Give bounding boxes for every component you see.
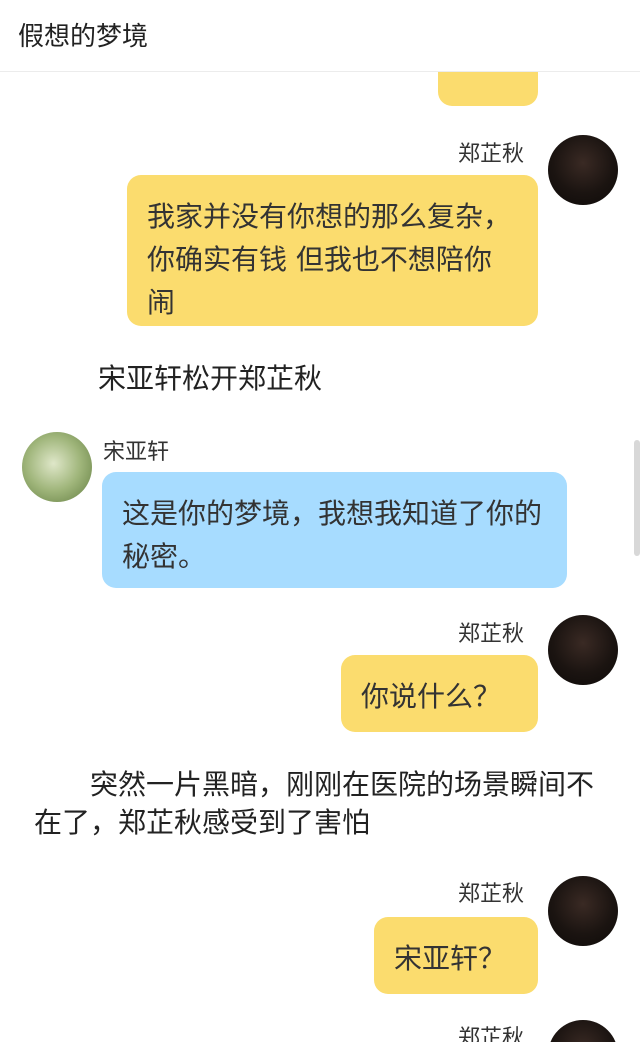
sender-name: 郑芷秋 [458,622,525,647]
message-bubble[interactable]: 宋亚轩？ [374,917,538,994]
narration-text: 突然一片黑暗，刚刚在医院的场景瞬间不在了，郑芷秋感受到了害怕 [34,768,595,839]
avatar-zheng[interactable] [548,615,618,685]
sender-name: 郑芷秋 [458,1026,525,1042]
chat-area[interactable]: 定。 郑芷秋 我家并没有你想的那么复杂，你确实有钱 但我也不想陪你闹 宋亚轩松开… [0,0,640,1042]
avatar-song[interactable] [22,432,92,502]
avatar-zheng[interactable] [548,1020,618,1042]
scrollbar[interactable] [634,440,640,556]
top-bar: 假想的梦境 [0,0,640,72]
message-bubble[interactable]: 你说什么？ [341,655,538,732]
message-text: 我家并没有你想的那么复杂，你确实有钱 但我也不想陪你闹 [147,200,512,319]
avatar-zheng[interactable] [548,876,618,946]
sender-name: 郑芷秋 [458,882,525,907]
avatar-zheng[interactable] [548,135,618,205]
message-bubble[interactable]: 我家并没有你想的那么复杂，你确实有钱 但我也不想陪你闹 [127,175,538,326]
sender-name: 郑芷秋 [458,142,525,167]
sender-name: 宋亚轩 [103,440,170,465]
page-title: 假想的梦境 [18,22,149,52]
message-bubble[interactable]: 这是你的梦境，我想我知道了你的秘密。 [102,472,567,588]
message-text: 宋亚轩？ [394,942,507,975]
message-text: 你说什么？ [361,680,502,713]
message-text: 这是你的梦境，我想我知道了你的秘密。 [122,497,543,573]
narration-text: 宋亚轩松开郑芷秋 [98,362,323,395]
